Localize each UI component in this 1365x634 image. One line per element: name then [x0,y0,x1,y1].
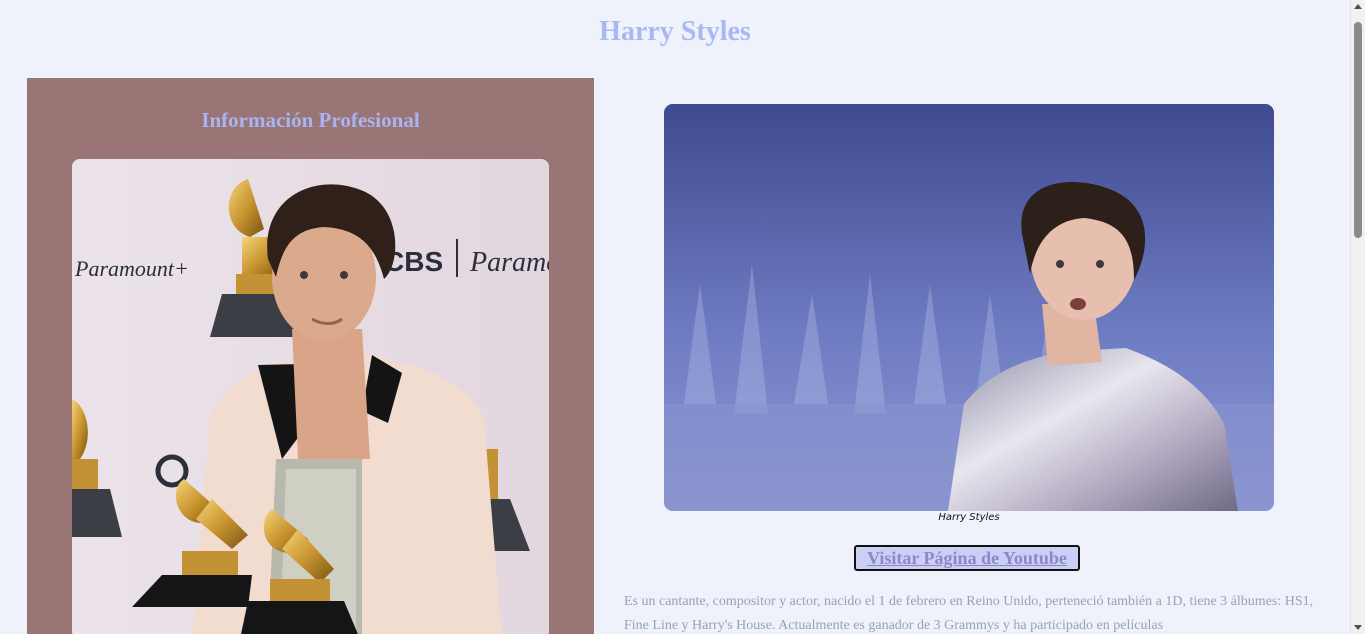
page-title: Harry Styles [599,16,751,47]
scrollbar-thumb[interactable] [1354,22,1362,238]
concert-photo [664,104,1274,511]
scroll-down-arrow-icon[interactable] [1354,625,1362,630]
grammy-award-photo: Paramount+ CBS Paramo [72,159,549,634]
concert-photo-illustration [664,104,1274,511]
page: Harry Styles Información Profesional Par… [0,0,1350,634]
professional-info-heading: Información Profesional [201,108,420,132]
grammy-photo-illustration: Paramount+ CBS Paramo [72,159,549,634]
svg-text:Paramount+: Paramount+ [74,256,189,281]
photo-caption: Harry Styles [938,512,1000,523]
svg-text:Paramo: Paramo [469,247,549,278]
vertical-scrollbar[interactable] [1350,0,1365,634]
visit-youtube-button[interactable]: Visitar Página de Youtube [854,545,1080,571]
professional-info-panel: Información Profesional Paramount+ CBS P… [27,78,594,634]
scroll-up-arrow-icon[interactable] [1354,4,1362,9]
bio-paragraph: Es un cantante, compositor y actor, naci… [624,594,1314,633]
